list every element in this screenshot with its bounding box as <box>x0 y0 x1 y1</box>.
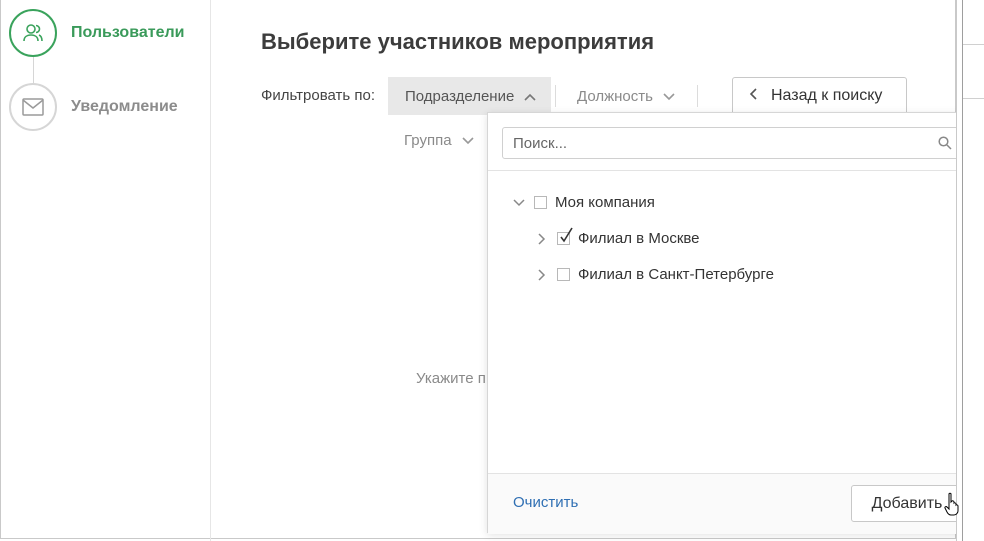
filter-label: Фильтровать по: <box>261 87 376 104</box>
tree-item-label: Филиал в Санкт-Петербурге <box>578 266 774 283</box>
back-to-search-label: Назад к поиску <box>771 87 883 104</box>
search-input[interactable]: Поиск... <box>502 127 963 159</box>
step-notification[interactable]: Уведомление <box>9 83 178 131</box>
search-icon <box>938 136 952 154</box>
filter-position-label: Должность <box>577 87 653 105</box>
clear-link[interactable]: Очистить <box>513 494 578 511</box>
department-dropdown: Поиск... Моя компания Филиал в Москве Фи… <box>487 112 977 534</box>
step-connector <box>33 57 34 83</box>
filter-divider <box>555 85 556 107</box>
chevron-left-icon <box>749 87 757 105</box>
chevron-down-icon <box>461 132 474 149</box>
checkmark-icon <box>559 227 573 247</box>
filter-department[interactable]: Подразделение <box>388 77 551 115</box>
tree-item-label: Моя компания <box>555 194 655 211</box>
steps-sidebar: Пользователи Уведомление <box>1 0 211 541</box>
filter-divider <box>697 85 698 107</box>
step-users[interactable]: Пользователи <box>9 9 184 57</box>
tree-checkbox[interactable] <box>557 268 570 281</box>
users-icon <box>9 9 57 57</box>
envelope-icon <box>9 83 57 131</box>
filter-department-label: Подразделение <box>405 87 515 105</box>
chevron-right-icon[interactable] <box>535 268 549 282</box>
tree-item-my-company[interactable]: Моя компания <box>512 194 655 211</box>
empty-hint-text: Укажите п <box>416 370 486 387</box>
tree-item-spb[interactable]: Филиал в Санкт-Петербурге <box>535 266 774 283</box>
step-notification-label: Уведомление <box>71 98 178 115</box>
chevron-down-icon[interactable] <box>512 196 526 210</box>
filter-group-label: Группа <box>404 131 452 149</box>
tree-item-moscow[interactable]: Филиал в Москве <box>535 227 700 247</box>
filter-position[interactable]: Должность <box>561 77 697 115</box>
step-users-label: Пользователи <box>71 24 185 41</box>
app-window: Пользователи Уведомление Выберите участн… <box>0 0 977 541</box>
hand-cursor-icon <box>944 492 960 521</box>
filter-group[interactable]: Группа <box>388 121 488 159</box>
chevron-right-icon[interactable] <box>535 232 549 246</box>
background-window-edge <box>956 0 984 541</box>
tree-checkbox-checked[interactable] <box>557 227 573 245</box>
chevron-down-icon <box>663 88 675 105</box>
tree-item-label: Филиал в Москве <box>578 230 700 247</box>
search-placeholder: Поиск... <box>513 134 568 152</box>
chevron-up-icon <box>524 88 536 105</box>
tree-checkbox[interactable] <box>534 196 547 209</box>
divider <box>488 170 976 171</box>
page-title: Выберите участников мероприятия <box>261 29 655 54</box>
back-to-search-button[interactable]: Назад к поиску <box>732 77 907 115</box>
